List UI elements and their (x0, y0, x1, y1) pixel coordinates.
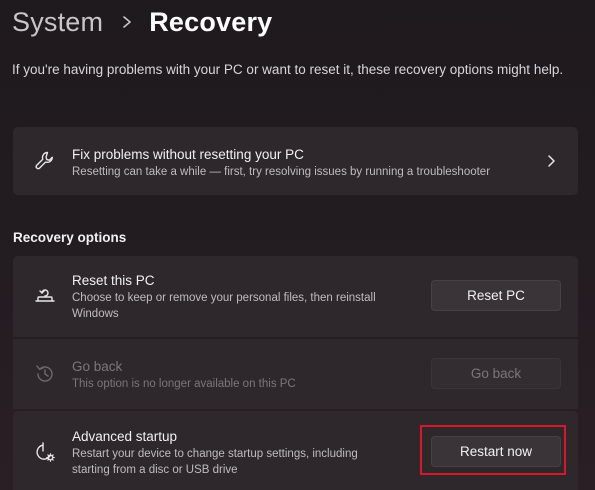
breadcrumb: System Recovery (12, 2, 272, 42)
reset-pc-icon (33, 284, 57, 308)
page-title: Recovery (149, 6, 273, 37)
fix-problems-title: Fix problems without resetting your PC (72, 147, 304, 162)
fix-problems-card[interactable]: Fix problems without resetting your PC R… (13, 127, 578, 195)
go-back-button: Go back (431, 358, 561, 389)
advanced-startup-title: Advanced startup (72, 429, 178, 444)
advanced-startup-icon (33, 440, 57, 464)
history-icon (33, 362, 57, 386)
recovery-options-heading: Recovery options (13, 230, 127, 245)
reset-pc-description: Choose to keep or remove your personal f… (72, 292, 376, 320)
restart-now-highlight (420, 425, 566, 475)
go-back-option: Go back This option is no longer availab… (13, 339, 578, 409)
go-back-title: Go back (72, 359, 123, 374)
reset-pc-button[interactable]: Reset PC (431, 280, 561, 311)
page-description: If you're having problems with your PC o… (12, 62, 564, 77)
chevron-right-icon (111, 12, 143, 32)
wrench-icon (33, 149, 57, 173)
chevron-right-icon (544, 154, 558, 168)
advanced-startup-description: Restart your device to change startup se… (72, 448, 358, 476)
breadcrumb-system-link[interactable]: System (12, 7, 103, 38)
go-back-description: This option is no longer available on th… (72, 378, 296, 390)
reset-pc-option: Reset this PC Choose to keep or remove y… (13, 256, 578, 337)
fix-problems-description: Resetting can take a while — first, try … (72, 166, 491, 178)
reset-pc-title: Reset this PC (72, 273, 155, 288)
